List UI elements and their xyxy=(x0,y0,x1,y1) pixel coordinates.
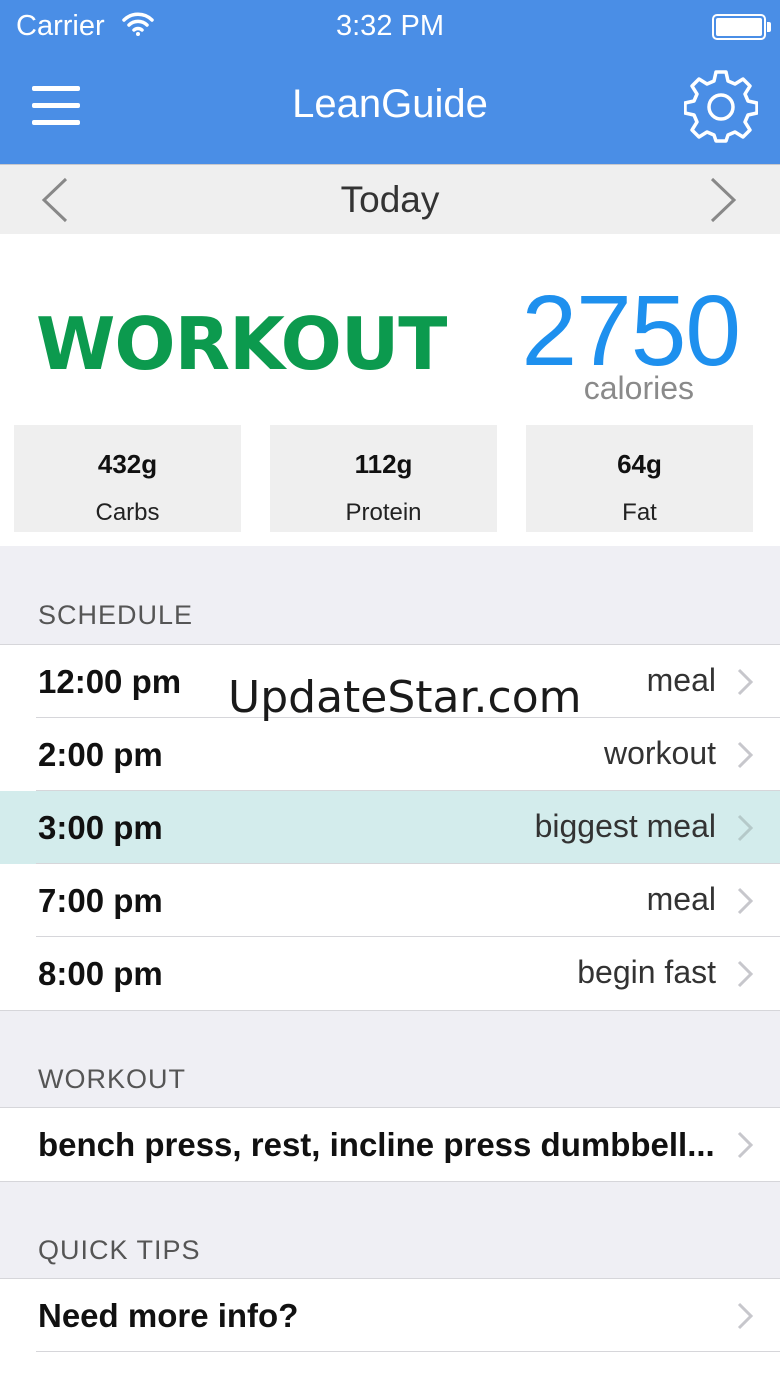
quick-tips-list: Need more info? xyxy=(0,1278,780,1388)
workout-summary: bench press, rest, incline press dumbbel… xyxy=(38,1126,715,1163)
schedule-time: 3:00 pm xyxy=(38,809,163,846)
schedule-time: 2:00 pm xyxy=(38,736,163,773)
chevron-right-icon xyxy=(737,668,754,696)
macro-amount: 112g xyxy=(354,449,413,479)
schedule-label: begin fast xyxy=(577,954,716,990)
macro-amount: 64g xyxy=(617,449,662,479)
schedule-row[interactable]: 8:00 pm begin fast xyxy=(0,937,780,1010)
macro-name: Carbs xyxy=(95,499,160,526)
macro-carbs: 432g Carbs xyxy=(14,425,241,532)
schedule-label: workout xyxy=(603,735,716,771)
macro-amount: 432g xyxy=(97,449,158,479)
chevron-right-icon xyxy=(737,1302,754,1330)
macro-protein: 112g Protein xyxy=(270,425,497,532)
date-label: Today xyxy=(340,179,440,220)
schedule-label: meal xyxy=(646,881,716,917)
battery-icon xyxy=(712,14,771,40)
workout-list: bench press, rest, incline press dumbbel… xyxy=(0,1107,780,1182)
gear-icon[interactable] xyxy=(684,70,758,144)
schedule-row-current[interactable]: 3:00 pm biggest meal xyxy=(0,791,780,864)
macro-name: Fat xyxy=(622,499,657,526)
daily-summary: WORKOUT 2750 calories 432g Carbs 112g Pr… xyxy=(0,234,780,546)
calories-unit: calories xyxy=(583,370,694,406)
chevron-right-icon xyxy=(737,1131,754,1159)
schedule-row[interactable]: 7:00 pm meal xyxy=(0,864,780,937)
schedule-time: 7:00 pm xyxy=(38,882,163,919)
app-title: LeanGuide xyxy=(292,82,488,126)
nav-bar: LeanGuide xyxy=(0,52,780,164)
schedule-row[interactable]: 2:00 pm workout xyxy=(0,718,780,791)
chevron-right-icon[interactable] xyxy=(706,175,740,225)
quick-tips-header: QUICK TIPS xyxy=(38,1235,201,1265)
workout-header: WORKOUT xyxy=(38,1064,186,1094)
chevron-right-icon xyxy=(737,960,754,988)
tips-row[interactable]: Need more info? xyxy=(0,1279,780,1352)
date-selector: Today xyxy=(0,164,780,235)
status-bar: Carrier 3:32 PM xyxy=(0,0,780,52)
schedule-time: 8:00 pm xyxy=(38,955,163,992)
status-time: 3:32 PM xyxy=(336,10,444,42)
schedule-label: meal xyxy=(646,662,716,698)
chevron-right-icon xyxy=(737,741,754,769)
day-mode-label: WORKOUT xyxy=(36,302,447,386)
schedule-label: biggest meal xyxy=(534,808,716,844)
chevron-right-icon xyxy=(737,814,754,842)
tips-label: Need more info? xyxy=(38,1297,299,1334)
watermark-text: UpdateStar.com xyxy=(228,672,582,723)
workout-row[interactable]: bench press, rest, incline press dumbbel… xyxy=(0,1108,780,1181)
chevron-right-icon xyxy=(737,887,754,915)
macro-fat: 64g Fat xyxy=(526,425,753,532)
macro-name: Protein xyxy=(345,499,422,526)
schedule-time: 12:00 pm xyxy=(38,663,182,700)
schedule-header: SCHEDULE xyxy=(38,600,194,630)
